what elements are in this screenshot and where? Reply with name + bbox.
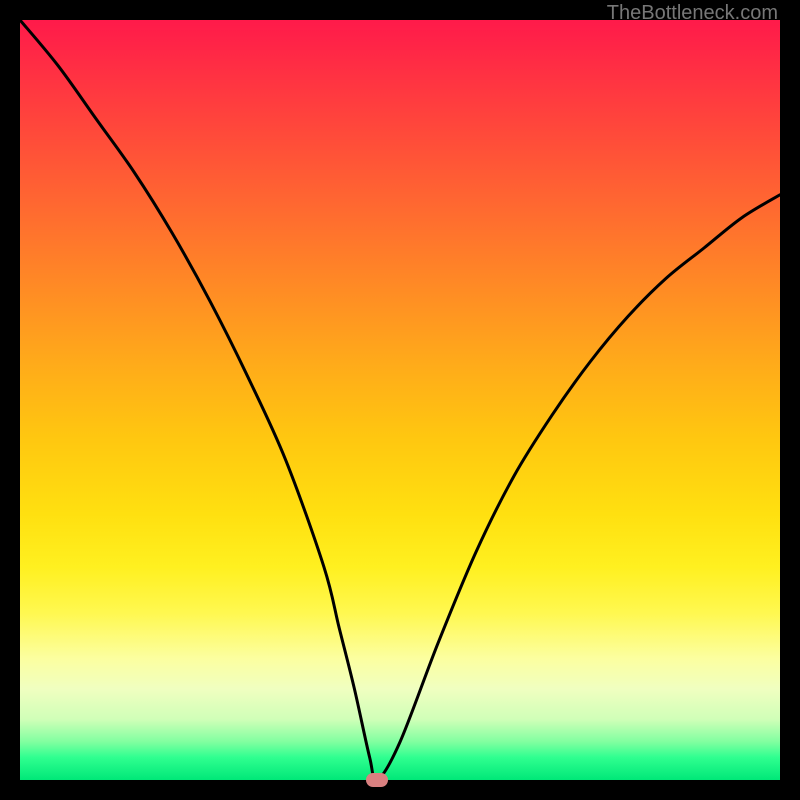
curve-svg [20, 20, 780, 780]
bottleneck-curve [20, 20, 780, 780]
plot-area [20, 20, 780, 780]
optimal-point-marker [366, 773, 388, 787]
chart-container: TheBottleneck.com [0, 0, 800, 800]
watermark-text: TheBottleneck.com [607, 2, 778, 25]
